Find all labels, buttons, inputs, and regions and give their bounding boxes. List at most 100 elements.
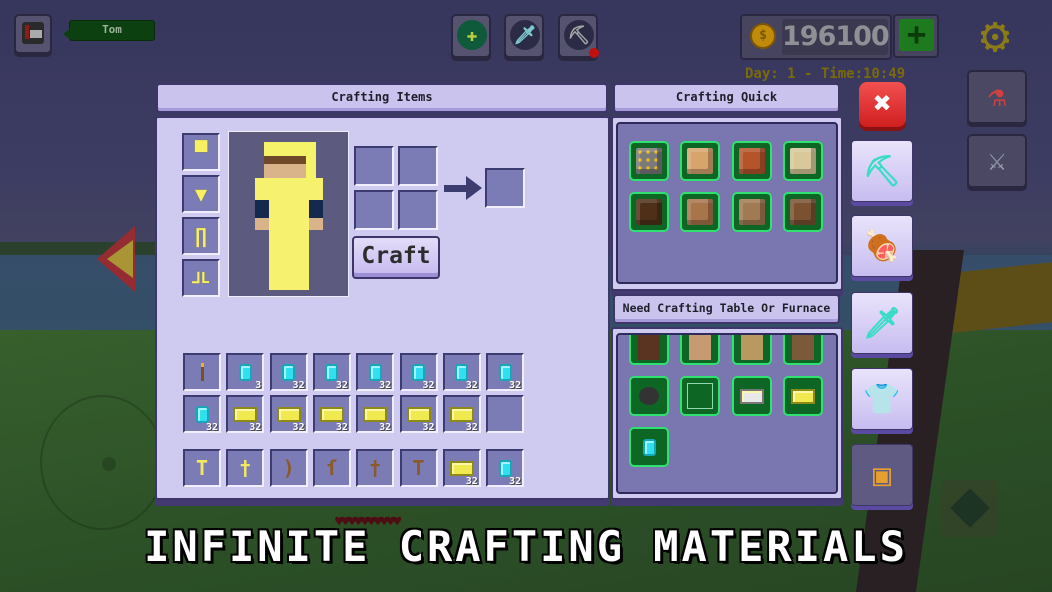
- crafting-items-header: Crafting Items: [156, 83, 608, 113]
- chestplate-slot[interactable]: ▼: [182, 175, 220, 213]
- item-count: 32: [205, 422, 218, 433]
- craft-result-slot[interactable]: [485, 168, 525, 208]
- craft-grid-slot-3[interactable]: [354, 190, 394, 230]
- inventory-slot[interactable]: 32: [442, 353, 481, 391]
- category-food-button[interactable]: 🍖: [851, 215, 913, 277]
- ingot-shape: [406, 406, 431, 422]
- gold-boots-icon: ⅃L: [192, 269, 210, 287]
- inventory-slot[interactable]: 32: [312, 353, 351, 391]
- category-storage-button[interactable]: ▣: [851, 444, 913, 506]
- craft-grid-slot-4[interactable]: [398, 190, 438, 230]
- ingot-shape: [449, 406, 474, 422]
- inventory-slot[interactable]: 32: [269, 395, 308, 433]
- craft-grid-slot-1[interactable]: [354, 146, 394, 186]
- hotbar-slot[interactable]: ſ: [312, 449, 351, 487]
- hotbar-slot[interactable]: ): [269, 449, 308, 487]
- jungle-planks-icon: [738, 199, 765, 225]
- inventory-slot[interactable]: [183, 353, 221, 391]
- table-recipe-dark-oak-door[interactable]: [629, 335, 669, 365]
- add-coins-button[interactable]: +: [893, 14, 939, 58]
- inventory-slot[interactable]: 32: [226, 395, 265, 433]
- character-sleeve: [309, 200, 323, 218]
- glass-icon: [687, 383, 714, 409]
- ingot-shape: [449, 460, 474, 476]
- sword-mode-button[interactable]: 🗡: [504, 14, 544, 58]
- weapons-icon: 🗡: [862, 305, 902, 341]
- tools-icon: ⛏: [862, 153, 902, 189]
- coin-icon: $: [750, 23, 776, 49]
- category-weapons-button[interactable]: 🗡: [851, 292, 913, 354]
- item-count: 32: [509, 380, 522, 391]
- table-recipe-coal[interactable]: [629, 376, 669, 416]
- need-table-header: Need Crafting Table Or Furnace: [613, 294, 840, 324]
- craft-grid-slot-2[interactable]: [398, 146, 438, 186]
- inventory-slot[interactable]: 32: [356, 395, 395, 433]
- character-face: [264, 156, 306, 178]
- close-button[interactable]: ✖: [859, 82, 906, 127]
- table-recipe-iron-ingot[interactable]: [731, 376, 772, 416]
- oak-planks-icon: [687, 199, 714, 225]
- hotbar-slot[interactable]: †: [226, 449, 265, 487]
- item-count: 32: [249, 422, 262, 433]
- battle-button[interactable]: ⚔: [967, 134, 1027, 188]
- player-name-tag: Tom: [63, 20, 155, 41]
- birch-planks-top-icon: [687, 148, 714, 174]
- hotbar-slot[interactable]: †: [356, 449, 395, 487]
- category-tools-button[interactable]: ⛏: [851, 140, 913, 202]
- food-icon: 🍖: [863, 228, 901, 264]
- settings-gear-icon[interactable]: ⚙: [965, 10, 1025, 60]
- ingot-shape: [233, 406, 258, 422]
- inventory-slot[interactable]: 32: [486, 353, 525, 391]
- pickaxe-mode-button[interactable]: ⛏: [558, 14, 599, 58]
- quick-recipe-jungle-planks[interactable]: [731, 192, 772, 232]
- diamond-shape: [282, 363, 296, 381]
- diamond-shape: [195, 405, 209, 423]
- quick-recipe-dark-oak-planks[interactable]: [629, 192, 669, 232]
- armor-icon: 👕: [863, 381, 901, 417]
- inventory-slot[interactable]: 32: [399, 353, 438, 391]
- diamond-shape: [412, 363, 425, 381]
- inventory-slot[interactable]: 32: [312, 395, 351, 433]
- item-glyph: T: [195, 456, 209, 480]
- table-recipe-list[interactable]: [616, 333, 838, 494]
- table-recipe-gold-ingot[interactable]: [782, 376, 823, 416]
- item-count: 3: [255, 380, 262, 391]
- craft-button[interactable]: Craft: [352, 236, 440, 279]
- inventory-slot[interactable]: 32: [269, 353, 308, 391]
- quick-recipe-birch-planks-top[interactable]: [680, 141, 721, 181]
- back-arrow-icon[interactable]: [97, 226, 135, 292]
- inventory-slot[interactable]: 32: [399, 395, 438, 433]
- boots-slot[interactable]: ⅃L: [182, 259, 220, 297]
- inventory-slot[interactable]: 32: [356, 353, 395, 391]
- quick-recipe-acacia-planks[interactable]: [731, 141, 772, 181]
- table-recipe-spruce-door[interactable]: [782, 335, 823, 365]
- day-time-readout: Day: 1 - Time:10:49: [745, 66, 906, 82]
- inventory-slot[interactable]: 3: [226, 353, 265, 391]
- leggings-slot[interactable]: ∏: [182, 217, 220, 255]
- table-recipe-oak-door[interactable]: [731, 335, 772, 365]
- crafting-quick-header: Crafting Quick: [613, 83, 840, 113]
- hotbar-slot[interactable]: 32: [486, 449, 525, 487]
- table-recipe-glass[interactable]: [680, 376, 721, 416]
- table-recipe-birch-door[interactable]: [680, 335, 721, 365]
- quick-recipe-spruce-planks[interactable]: [782, 192, 823, 232]
- hotbar-slot[interactable]: 32: [442, 449, 481, 487]
- quick-recipe-gold-ore[interactable]: [629, 141, 669, 181]
- inventory-slot[interactable]: 32: [442, 395, 481, 433]
- category-armor-button[interactable]: 👕: [851, 368, 913, 430]
- hotbar-slot[interactable]: T: [183, 449, 221, 487]
- movement-joystick[interactable]: [40, 395, 165, 530]
- inventory-slot[interactable]: [486, 395, 525, 433]
- helmet-slot[interactable]: ▀: [182, 133, 220, 171]
- potions-button[interactable]: ⚗: [967, 70, 1027, 124]
- oak-door-icon: [740, 335, 763, 360]
- quick-recipe-birch-planks[interactable]: [782, 141, 823, 181]
- heal-button[interactable]: ✚: [451, 14, 491, 58]
- hotbar-slot[interactable]: T: [399, 449, 438, 487]
- acacia-planks-icon: [738, 148, 765, 174]
- player-avatar-button[interactable]: [14, 14, 52, 54]
- item-count: 32: [422, 422, 435, 433]
- table-recipe-diamond[interactable]: [629, 427, 669, 467]
- inventory-slot[interactable]: 32: [183, 395, 221, 433]
- quick-recipe-oak-planks[interactable]: [680, 192, 721, 232]
